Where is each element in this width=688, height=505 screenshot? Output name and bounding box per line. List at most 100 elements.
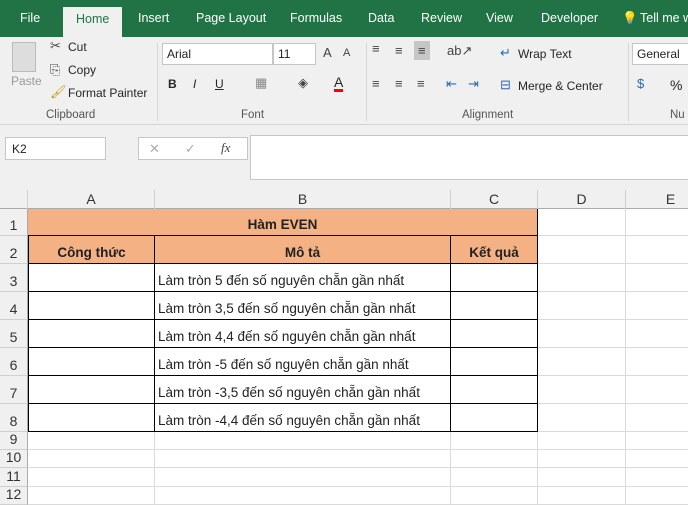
align-center-icon[interactable]: ≡ <box>395 76 403 91</box>
cell[interactable] <box>155 487 451 505</box>
merge-center-button[interactable]: Merge & Center <box>518 79 603 93</box>
format-painter-button[interactable]: Format Painter <box>68 86 147 100</box>
italic-button[interactable]: I <box>193 77 196 91</box>
number-format-select[interactable]: General <box>632 43 688 65</box>
fill-color-icon[interactable]: ◈ <box>298 75 308 91</box>
cell[interactable] <box>538 236 626 264</box>
cell[interactable] <box>626 292 688 320</box>
percent-button[interactable]: % <box>670 77 682 93</box>
cell[interactable] <box>538 264 626 292</box>
align-right-icon[interactable]: ≡ <box>417 76 425 91</box>
column-header-a[interactable]: A <box>28 190 155 209</box>
cell[interactable] <box>28 487 155 505</box>
cell[interactable] <box>626 376 688 404</box>
row-header[interactable]: 10 <box>0 449 28 468</box>
cell[interactable] <box>451 320 538 348</box>
bold-button[interactable]: B <box>168 77 177 91</box>
sheet-title-cell[interactable]: Hàm EVEN <box>28 209 538 236</box>
header-cell[interactable]: Mô tả <box>155 236 451 264</box>
cell[interactable] <box>451 348 538 376</box>
cell[interactable] <box>28 264 155 292</box>
orientation-icon[interactable]: ab↗ <box>447 43 472 59</box>
row-header[interactable]: 9 <box>0 431 28 450</box>
column-header-e[interactable]: E <box>626 190 688 209</box>
cell[interactable] <box>626 404 688 432</box>
borders-icon[interactable]: ▦ <box>255 75 267 91</box>
column-header-c[interactable]: C <box>451 190 538 209</box>
tab-file[interactable]: File <box>20 11 40 25</box>
align-bottom-icon[interactable]: ≡ <box>414 41 430 60</box>
row-header[interactable]: 5 <box>0 320 28 348</box>
header-cell[interactable]: Công thức <box>28 236 155 264</box>
name-box[interactable]: K2 <box>5 137 106 160</box>
row-header[interactable]: 4 <box>0 292 28 320</box>
cell[interactable] <box>28 348 155 376</box>
row-header[interactable]: 12 <box>0 486 28 505</box>
cell[interactable] <box>451 432 538 450</box>
cell[interactable] <box>451 292 538 320</box>
cell[interactable] <box>538 432 626 450</box>
font-size-select[interactable]: 11 <box>273 43 316 65</box>
tab-insert[interactable]: Insert <box>138 11 169 25</box>
cell[interactable] <box>626 450 688 468</box>
cell[interactable] <box>538 468 626 487</box>
cell[interactable] <box>538 376 626 404</box>
cell[interactable] <box>28 468 155 487</box>
tab-home[interactable]: Home <box>63 7 123 37</box>
formula-input[interactable] <box>250 135 688 180</box>
cell[interactable] <box>28 292 155 320</box>
cancel-icon[interactable]: ✕ <box>149 141 160 157</box>
font-name-select[interactable]: Arial <box>162 43 273 65</box>
wrap-text-button[interactable]: Wrap Text <box>518 47 572 61</box>
description-cell[interactable]: Làm tròn 4,4 đến số nguyên chẵn gần nhất <box>155 320 451 348</box>
cell[interactable] <box>451 487 538 505</box>
row-header[interactable]: 2 <box>0 236 28 264</box>
align-top-icon[interactable]: ≡ <box>372 41 380 56</box>
cell[interactable] <box>538 320 626 348</box>
description-cell[interactable]: Làm tròn -5 đến số nguyên chẵn gần nhất <box>155 348 451 376</box>
cell[interactable] <box>451 468 538 487</box>
cut-button[interactable]: Cut <box>68 40 87 54</box>
row-header[interactable]: 3 <box>0 264 28 292</box>
row-header[interactable]: 6 <box>0 348 28 376</box>
cell[interactable] <box>626 468 688 487</box>
row-header[interactable]: 11 <box>0 468 28 487</box>
increase-indent-icon[interactable]: ⇥ <box>468 76 479 92</box>
cell[interactable] <box>155 450 451 468</box>
cell[interactable] <box>451 376 538 404</box>
cell[interactable] <box>28 450 155 468</box>
description-cell[interactable]: Làm tròn 5 đến số nguyên chẵn gần nhất <box>155 264 451 292</box>
description-cell[interactable]: Làm tròn 3,5 đến số nguyên chẵn gần nhất <box>155 292 451 320</box>
description-cell[interactable]: Làm tròn -3,5 đến số nguyên chẵn gần nhấ… <box>155 376 451 404</box>
cell[interactable] <box>28 432 155 450</box>
select-all-button[interactable] <box>0 190 28 209</box>
decrease-font-icon[interactable]: A <box>343 47 350 59</box>
cell[interactable] <box>28 376 155 404</box>
cell[interactable] <box>155 432 451 450</box>
cell[interactable] <box>626 209 688 236</box>
tab-view[interactable]: View <box>486 11 513 25</box>
cell[interactable] <box>626 348 688 376</box>
currency-icon[interactable]: $ <box>637 76 644 91</box>
font-color-button[interactable]: A <box>334 75 344 92</box>
row-header[interactable]: 1 <box>0 209 28 236</box>
description-cell[interactable]: Làm tròn -4,4 đến số nguyên chẵn gần nhấ… <box>155 404 451 432</box>
tab-developer[interactable]: Developer <box>541 11 598 25</box>
cell[interactable] <box>155 468 451 487</box>
cell[interactable] <box>626 320 688 348</box>
row-header[interactable]: 7 <box>0 376 28 404</box>
cell[interactable] <box>538 348 626 376</box>
align-middle-icon[interactable]: ≡ <box>395 43 403 58</box>
cell[interactable] <box>28 320 155 348</box>
tab-data[interactable]: Data <box>368 11 394 25</box>
cell[interactable] <box>626 236 688 264</box>
cell[interactable] <box>451 264 538 292</box>
cell[interactable] <box>28 404 155 432</box>
copy-button[interactable]: Copy <box>68 63 96 77</box>
cell[interactable] <box>451 404 538 432</box>
tab-page-layout[interactable]: Page Layout <box>196 11 266 25</box>
header-cell[interactable]: Kết quả <box>451 236 538 264</box>
fx-icon[interactable]: fx <box>221 140 230 156</box>
cell[interactable] <box>626 432 688 450</box>
cell[interactable] <box>538 404 626 432</box>
